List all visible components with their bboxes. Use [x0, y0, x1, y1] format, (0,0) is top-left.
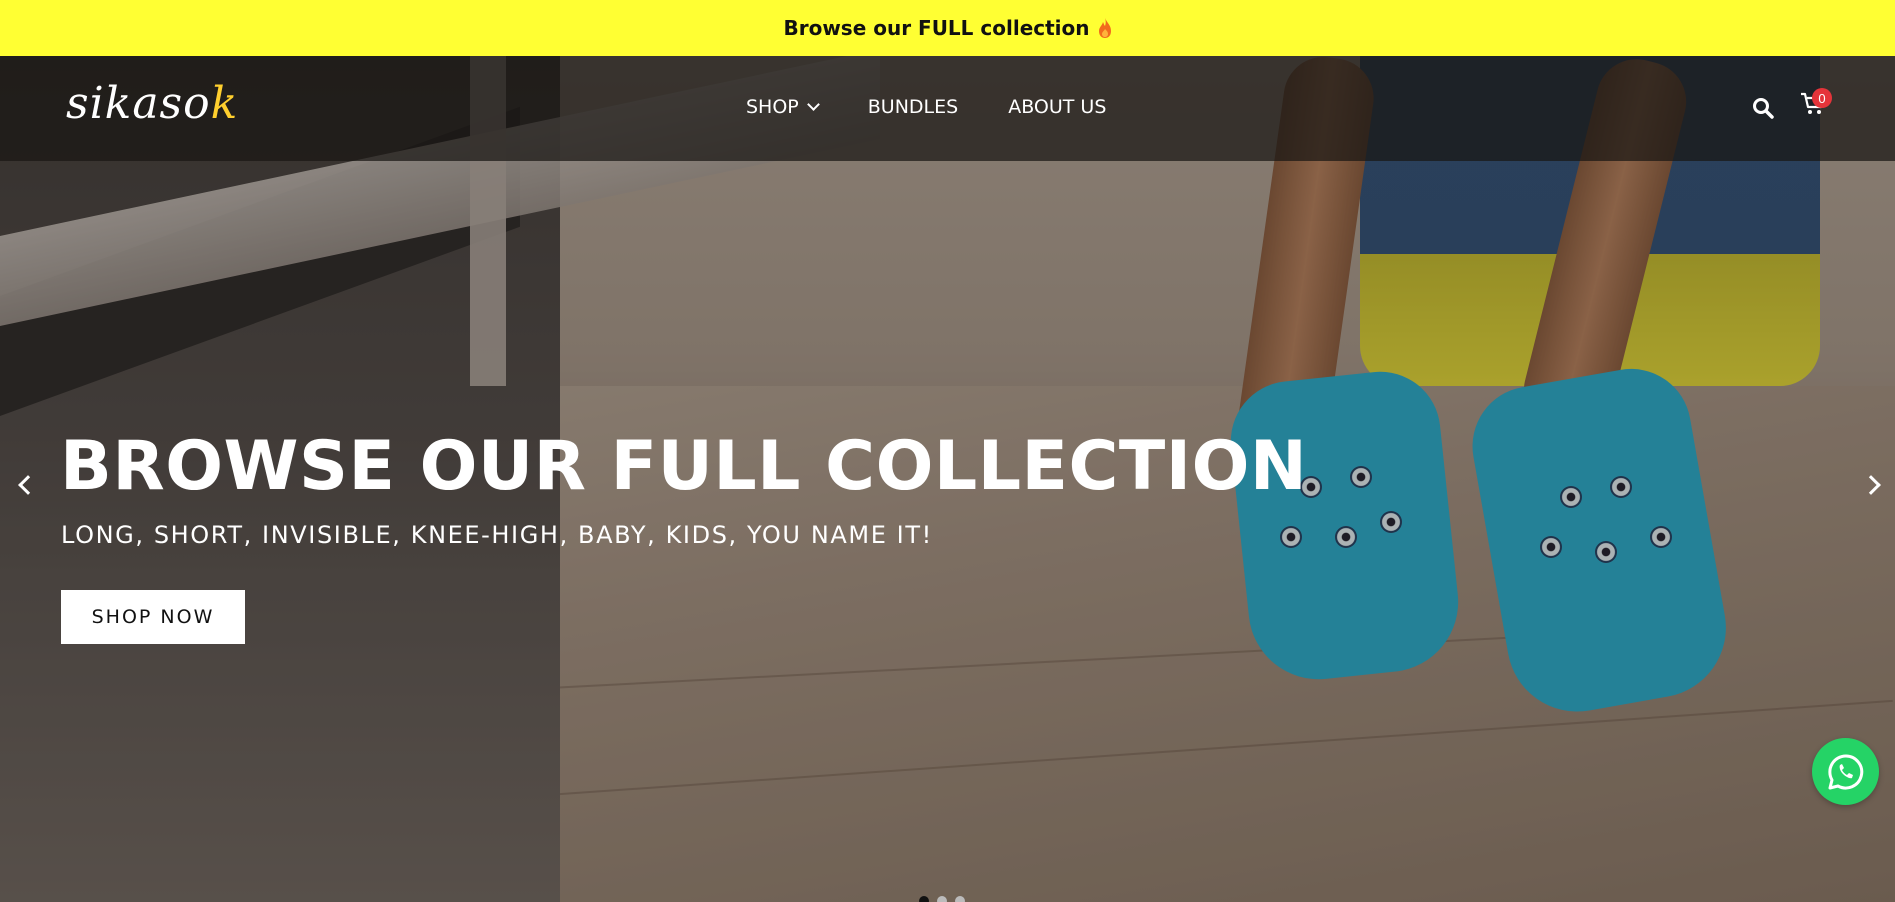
flame-icon — [1098, 17, 1112, 39]
logo[interactable]: sikasok — [66, 78, 238, 129]
nav-about-label: ABOUT US — [1008, 96, 1107, 118]
slider-dot[interactable] — [955, 896, 965, 902]
nav-bundles-label: BUNDLES — [867, 96, 959, 118]
nav-shop-label: SHOP — [746, 96, 799, 118]
slider-dots — [919, 896, 965, 902]
nav-bundles[interactable]: BUNDLES — [868, 96, 958, 118]
site-header: sikasok SHOP BUNDLES ABOUT US — [0, 56, 1895, 161]
nav-about-us[interactable]: ABOUT US — [1008, 96, 1106, 118]
shop-now-button[interactable]: SHOP NOW — [61, 590, 245, 644]
chevron-down-icon — [806, 97, 820, 111]
hero-subtitle: LONG, SHORT, INVISIBLE, KNEE-HIGH, BABY,… — [61, 521, 933, 549]
announcement-text: Browse our FULL collection — [783, 16, 1090, 40]
whatsapp-button[interactable] — [1812, 738, 1879, 805]
slider-dot[interactable] — [937, 896, 947, 902]
whatsapp-icon — [1827, 753, 1863, 789]
cart-count-badge: 0 — [1812, 88, 1832, 108]
search-icon[interactable] — [1752, 97, 1774, 124]
nav-shop[interactable]: SHOP — [746, 96, 820, 118]
hero-title: BROWSE OUR FULL COLLECTION — [60, 427, 1308, 506]
slider-dot[interactable] — [919, 896, 929, 902]
main-nav: SHOP BUNDLES ABOUT US — [746, 96, 1106, 118]
announcement-bar[interactable]: Browse our FULL collection — [0, 0, 1895, 56]
logo-text: sikasok — [66, 78, 239, 129]
